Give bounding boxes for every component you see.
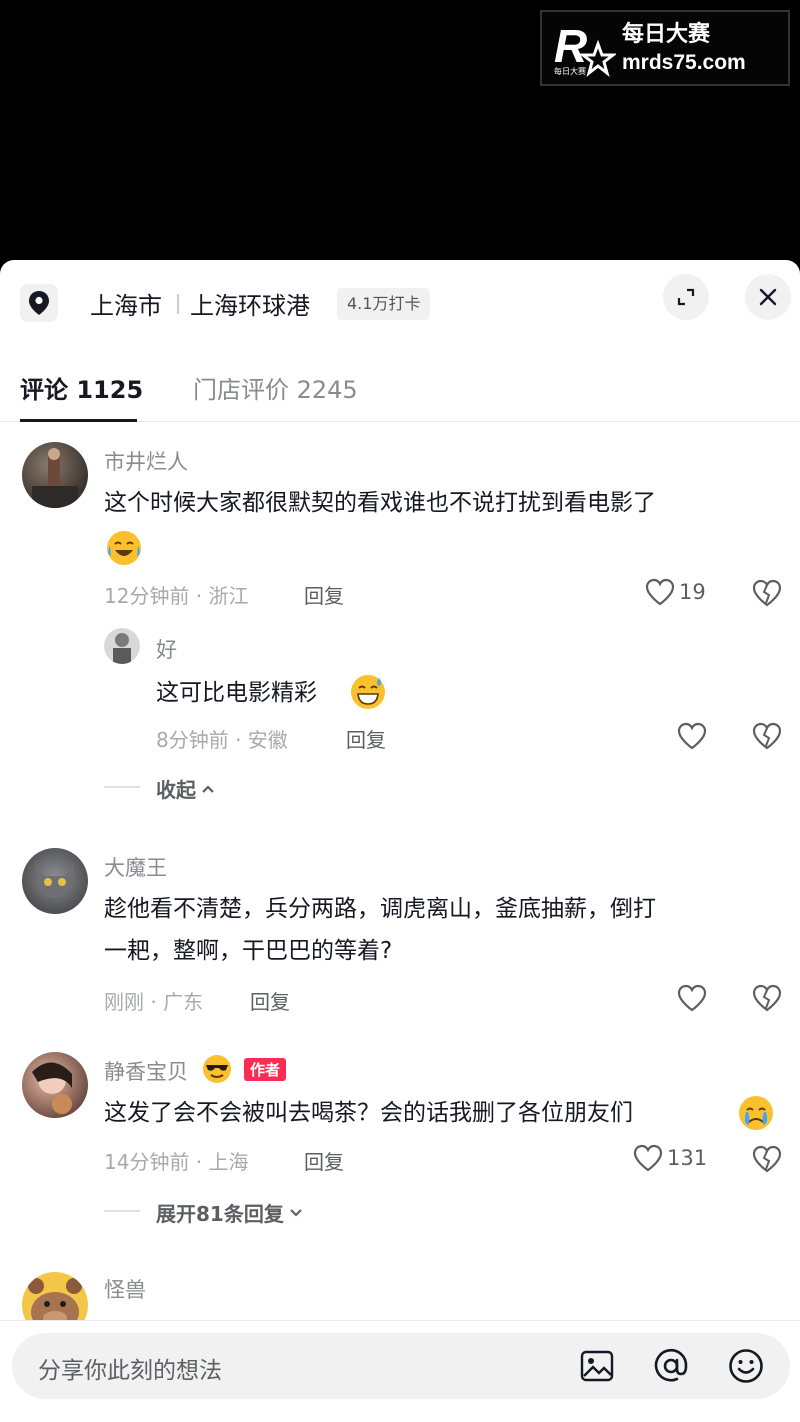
comment-input[interactable]: 分享你此刻的想法 (12, 1333, 790, 1399)
collapse-replies-button[interactable]: 收起 (156, 774, 216, 803)
video-area[interactable]: R 每日大赛 每日大赛 mrds75.com (0, 0, 800, 260)
reply-button[interactable]: 回复 (304, 1146, 344, 1175)
reply-button[interactable]: 回复 (304, 580, 344, 609)
expand-button[interactable] (663, 274, 709, 320)
heart-icon (633, 1144, 663, 1172)
location-pin-icon (20, 284, 58, 322)
broken-heart-icon (752, 984, 782, 1012)
close-icon (759, 288, 777, 306)
broken-heart-icon (752, 579, 782, 607)
svg-text:R: R (554, 20, 587, 72)
heart-icon (677, 984, 707, 1012)
reply-username[interactable]: 好 (156, 634, 177, 664)
reply-avatar[interactable] (104, 628, 140, 664)
tab-comments[interactable]: 评论 1125 (20, 370, 143, 405)
reply-text: 这可比电影精彩 (156, 672, 317, 714)
watermark-brand: 每日大赛 (622, 21, 711, 47)
watermark: R 每日大赛 每日大赛 mrds75.com (540, 10, 790, 86)
reply-like-button[interactable] (677, 722, 707, 750)
like-count: 19 (679, 580, 706, 604)
comment-text: 这个时候大家都很默契的看戏谁也不说打扰到看电影了 (104, 482, 656, 524)
close-button[interactable] (745, 274, 791, 320)
location-city[interactable]: 上海市 (90, 286, 162, 321)
comment-text-line: 这个时候大家都很默契的看戏谁也不说打扰到看电影了 (104, 490, 656, 516)
location-divider (177, 294, 179, 314)
reply-reply-button[interactable]: 回复 (346, 724, 386, 753)
comment-text-line: 一耙，整啊，干巴巴的等着? (104, 938, 393, 964)
comment-meta: 12分钟前 · 浙江 (104, 584, 249, 608)
avatar[interactable] (22, 1272, 88, 1320)
avatar[interactable] (22, 848, 88, 914)
crying-emoji (738, 1095, 774, 1135)
image-icon[interactable] (577, 1346, 617, 1386)
tab-bar: 评论 1125 门店评价 2245 (0, 356, 800, 422)
tab-store-reviews[interactable]: 门店评价 2245 (193, 370, 358, 405)
like-button[interactable] (677, 984, 707, 1012)
reply-meta: 8分钟前 · 安徽 (156, 728, 288, 752)
comment-username[interactable]: 市井烂人 (104, 446, 188, 476)
toggle-divider (104, 1210, 140, 1212)
comment-text-line: 趁他看不清楚，兵分两路，调虎离山，釜底抽薪，倒打 (104, 896, 656, 922)
comments-sheet: 上海市 上海环球港 4.1万打卡 评论 1125 门店评价 2245 市井烂人 … (0, 260, 800, 1422)
heart-icon (677, 722, 707, 750)
checkin-badge: 4.1万打卡 (337, 288, 431, 320)
toggle-divider (104, 786, 140, 788)
comment-username[interactable]: 怪兽 (104, 1274, 146, 1304)
comment-text: 趁他看不清楚，兵分两路，调虎离山，釜底抽薪，倒打 一耙，整啊，干巴巴的等着? (104, 888, 656, 972)
author-badge: 作者 (244, 1058, 287, 1081)
chevron-up-icon (202, 784, 214, 793)
watermark-url: mrds75.com (622, 50, 746, 74)
like-count: 131 (667, 1146, 708, 1170)
like-button[interactable]: 131 (633, 1144, 707, 1172)
collapse-label: 收起 (156, 778, 196, 802)
svg-text:每日大赛: 每日大赛 (554, 66, 586, 76)
watermark-logo: R 每日大赛 (552, 18, 618, 78)
avatar[interactable] (22, 1052, 88, 1118)
broken-heart-icon (752, 722, 782, 750)
heart-icon (645, 578, 675, 606)
grin-sweat-emoji (350, 674, 386, 714)
comment-meta: 刚刚 · 广东 (104, 990, 204, 1014)
expand-replies-button[interactable]: 展开81条回复 (156, 1198, 304, 1227)
dislike-button[interactable] (752, 579, 782, 611)
comment-username[interactable]: 静香宝贝 (104, 1056, 188, 1086)
mention-icon[interactable] (651, 1346, 691, 1386)
comment-list[interactable]: 市井烂人 这个时候大家都很默契的看戏谁也不说打扰到看电影了 12分钟前 · 浙江… (0, 422, 800, 1320)
comment-meta: 14分钟前 · 上海 (104, 1150, 249, 1174)
comment-text: 这发了会不会被叫去喝茶？会的话我删了各位朋友们 (104, 1092, 633, 1134)
laughing-crying-emoji (106, 530, 142, 570)
location-place[interactable]: 上海环球港 (190, 286, 310, 321)
dislike-button[interactable] (752, 984, 782, 1016)
emoji-picker-icon[interactable] (726, 1346, 766, 1386)
avatar[interactable] (22, 442, 88, 508)
dislike-button[interactable] (752, 1145, 782, 1177)
reply-text-line: 这可比电影精彩 (156, 680, 317, 706)
broken-heart-icon (752, 1145, 782, 1173)
expand-replies-label: 展开81条回复 (156, 1202, 284, 1226)
comment-input-placeholder[interactable]: 分享你此刻的想法 (38, 1351, 222, 1385)
comment-username[interactable]: 大魔王 (104, 852, 167, 882)
reply-dislike-button[interactable] (752, 722, 782, 754)
location-bar[interactable]: 上海市 上海环球港 4.1万打卡 (0, 260, 800, 350)
reply-button[interactable]: 回复 (250, 986, 290, 1015)
comment-text-line: 这发了会不会被叫去喝茶？会的话我删了各位朋友们 (104, 1100, 633, 1126)
sunglasses-emoji (202, 1054, 232, 1088)
chevron-down-icon (290, 1208, 302, 1217)
expand-icon (677, 288, 695, 306)
comment-input-bar: 分享你此刻的想法 (0, 1320, 800, 1422)
like-button[interactable]: 19 (645, 578, 706, 606)
